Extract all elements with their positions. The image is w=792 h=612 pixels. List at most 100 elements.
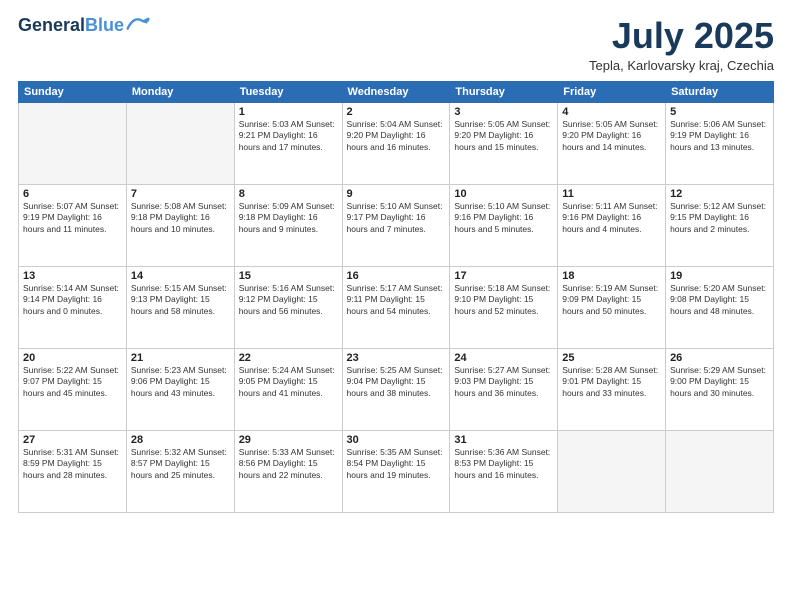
calendar-cell: 11Sunrise: 5:11 AM Sunset: 9:16 PM Dayli… — [558, 184, 666, 266]
day-number: 27 — [23, 434, 122, 446]
day-info: Sunrise: 5:08 AM Sunset: 9:18 PM Dayligh… — [131, 201, 230, 235]
day-number: 19 — [670, 270, 769, 282]
page: GeneralBlue July 2025 Tepla, Karlovarsky… — [0, 0, 792, 612]
day-number: 4 — [562, 106, 661, 118]
header: GeneralBlue July 2025 Tepla, Karlovarsky… — [18, 16, 774, 73]
day-info: Sunrise: 5:10 AM Sunset: 9:16 PM Dayligh… — [454, 201, 553, 235]
subtitle: Tepla, Karlovarsky kraj, Czechia — [589, 58, 774, 73]
day-number: 18 — [562, 270, 661, 282]
day-info: Sunrise: 5:16 AM Sunset: 9:12 PM Dayligh… — [239, 283, 338, 317]
col-saturday: Saturday — [666, 81, 774, 102]
calendar-cell: 5Sunrise: 5:06 AM Sunset: 9:19 PM Daylig… — [666, 102, 774, 184]
day-number: 13 — [23, 270, 122, 282]
calendar-cell: 16Sunrise: 5:17 AM Sunset: 9:11 PM Dayli… — [342, 266, 450, 348]
calendar-cell: 14Sunrise: 5:15 AM Sunset: 9:13 PM Dayli… — [126, 266, 234, 348]
calendar-cell: 25Sunrise: 5:28 AM Sunset: 9:01 PM Dayli… — [558, 348, 666, 430]
day-number: 17 — [454, 270, 553, 282]
day-info: Sunrise: 5:28 AM Sunset: 9:01 PM Dayligh… — [562, 365, 661, 399]
calendar-cell: 8Sunrise: 5:09 AM Sunset: 9:18 PM Daylig… — [234, 184, 342, 266]
day-number: 23 — [347, 352, 446, 364]
day-info: Sunrise: 5:06 AM Sunset: 9:19 PM Dayligh… — [670, 119, 769, 153]
calendar-cell: 26Sunrise: 5:29 AM Sunset: 9:00 PM Dayli… — [666, 348, 774, 430]
calendar-cell: 23Sunrise: 5:25 AM Sunset: 9:04 PM Dayli… — [342, 348, 450, 430]
calendar-cell: 12Sunrise: 5:12 AM Sunset: 9:15 PM Dayli… — [666, 184, 774, 266]
day-number: 2 — [347, 106, 446, 118]
day-info: Sunrise: 5:35 AM Sunset: 8:54 PM Dayligh… — [347, 447, 446, 481]
calendar-cell: 18Sunrise: 5:19 AM Sunset: 9:09 PM Dayli… — [558, 266, 666, 348]
col-friday: Friday — [558, 81, 666, 102]
day-info: Sunrise: 5:12 AM Sunset: 9:15 PM Dayligh… — [670, 201, 769, 235]
calendar-week-1: 1Sunrise: 5:03 AM Sunset: 9:21 PM Daylig… — [19, 102, 774, 184]
calendar-cell: 21Sunrise: 5:23 AM Sunset: 9:06 PM Dayli… — [126, 348, 234, 430]
day-info: Sunrise: 5:05 AM Sunset: 9:20 PM Dayligh… — [562, 119, 661, 153]
calendar-cell: 22Sunrise: 5:24 AM Sunset: 9:05 PM Dayli… — [234, 348, 342, 430]
day-info: Sunrise: 5:23 AM Sunset: 9:06 PM Dayligh… — [131, 365, 230, 399]
month-title: July 2025 — [589, 16, 774, 56]
day-number: 8 — [239, 188, 338, 200]
calendar-week-5: 27Sunrise: 5:31 AM Sunset: 8:59 PM Dayli… — [19, 430, 774, 512]
day-number: 29 — [239, 434, 338, 446]
calendar-cell: 10Sunrise: 5:10 AM Sunset: 9:16 PM Dayli… — [450, 184, 558, 266]
day-info: Sunrise: 5:15 AM Sunset: 9:13 PM Dayligh… — [131, 283, 230, 317]
day-info: Sunrise: 5:19 AM Sunset: 9:09 PM Dayligh… — [562, 283, 661, 317]
logo-text: GeneralBlue — [18, 16, 124, 36]
day-info: Sunrise: 5:07 AM Sunset: 9:19 PM Dayligh… — [23, 201, 122, 235]
calendar-cell — [558, 430, 666, 512]
day-info: Sunrise: 5:09 AM Sunset: 9:18 PM Dayligh… — [239, 201, 338, 235]
day-number: 15 — [239, 270, 338, 282]
calendar-cell: 7Sunrise: 5:08 AM Sunset: 9:18 PM Daylig… — [126, 184, 234, 266]
day-info: Sunrise: 5:24 AM Sunset: 9:05 PM Dayligh… — [239, 365, 338, 399]
day-info: Sunrise: 5:11 AM Sunset: 9:16 PM Dayligh… — [562, 201, 661, 235]
day-number: 26 — [670, 352, 769, 364]
day-info: Sunrise: 5:29 AM Sunset: 9:00 PM Dayligh… — [670, 365, 769, 399]
calendar-cell: 2Sunrise: 5:04 AM Sunset: 9:20 PM Daylig… — [342, 102, 450, 184]
day-number: 21 — [131, 352, 230, 364]
day-number: 10 — [454, 188, 553, 200]
day-number: 28 — [131, 434, 230, 446]
day-info: Sunrise: 5:25 AM Sunset: 9:04 PM Dayligh… — [347, 365, 446, 399]
calendar-cell: 24Sunrise: 5:27 AM Sunset: 9:03 PM Dayli… — [450, 348, 558, 430]
day-number: 22 — [239, 352, 338, 364]
logo-icon — [126, 13, 150, 33]
calendar-cell: 19Sunrise: 5:20 AM Sunset: 9:08 PM Dayli… — [666, 266, 774, 348]
calendar-cell: 27Sunrise: 5:31 AM Sunset: 8:59 PM Dayli… — [19, 430, 127, 512]
day-number: 9 — [347, 188, 446, 200]
day-info: Sunrise: 5:32 AM Sunset: 8:57 PM Dayligh… — [131, 447, 230, 481]
day-number: 6 — [23, 188, 122, 200]
calendar-cell: 20Sunrise: 5:22 AM Sunset: 9:07 PM Dayli… — [19, 348, 127, 430]
day-info: Sunrise: 5:05 AM Sunset: 9:20 PM Dayligh… — [454, 119, 553, 153]
calendar-cell: 4Sunrise: 5:05 AM Sunset: 9:20 PM Daylig… — [558, 102, 666, 184]
calendar-week-2: 6Sunrise: 5:07 AM Sunset: 9:19 PM Daylig… — [19, 184, 774, 266]
day-info: Sunrise: 5:03 AM Sunset: 9:21 PM Dayligh… — [239, 119, 338, 153]
day-number: 3 — [454, 106, 553, 118]
day-info: Sunrise: 5:33 AM Sunset: 8:56 PM Dayligh… — [239, 447, 338, 481]
calendar-week-3: 13Sunrise: 5:14 AM Sunset: 9:14 PM Dayli… — [19, 266, 774, 348]
calendar-cell: 29Sunrise: 5:33 AM Sunset: 8:56 PM Dayli… — [234, 430, 342, 512]
day-info: Sunrise: 5:36 AM Sunset: 8:53 PM Dayligh… — [454, 447, 553, 481]
day-info: Sunrise: 5:04 AM Sunset: 9:20 PM Dayligh… — [347, 119, 446, 153]
calendar-cell: 28Sunrise: 5:32 AM Sunset: 8:57 PM Dayli… — [126, 430, 234, 512]
day-info: Sunrise: 5:27 AM Sunset: 9:03 PM Dayligh… — [454, 365, 553, 399]
day-info: Sunrise: 5:17 AM Sunset: 9:11 PM Dayligh… — [347, 283, 446, 317]
day-info: Sunrise: 5:18 AM Sunset: 9:10 PM Dayligh… — [454, 283, 553, 317]
title-block: July 2025 Tepla, Karlovarsky kraj, Czech… — [589, 16, 774, 73]
day-number: 7 — [131, 188, 230, 200]
day-number: 14 — [131, 270, 230, 282]
col-tuesday: Tuesday — [234, 81, 342, 102]
day-info: Sunrise: 5:31 AM Sunset: 8:59 PM Dayligh… — [23, 447, 122, 481]
day-number: 11 — [562, 188, 661, 200]
calendar-table: Sunday Monday Tuesday Wednesday Thursday… — [18, 81, 774, 513]
col-monday: Monday — [126, 81, 234, 102]
col-sunday: Sunday — [19, 81, 127, 102]
calendar-cell — [19, 102, 127, 184]
day-info: Sunrise: 5:14 AM Sunset: 9:14 PM Dayligh… — [23, 283, 122, 317]
day-number: 16 — [347, 270, 446, 282]
day-info: Sunrise: 5:22 AM Sunset: 9:07 PM Dayligh… — [23, 365, 122, 399]
col-wednesday: Wednesday — [342, 81, 450, 102]
calendar-cell: 30Sunrise: 5:35 AM Sunset: 8:54 PM Dayli… — [342, 430, 450, 512]
day-number: 5 — [670, 106, 769, 118]
header-row: Sunday Monday Tuesday Wednesday Thursday… — [19, 81, 774, 102]
calendar-week-4: 20Sunrise: 5:22 AM Sunset: 9:07 PM Dayli… — [19, 348, 774, 430]
calendar-cell: 13Sunrise: 5:14 AM Sunset: 9:14 PM Dayli… — [19, 266, 127, 348]
calendar-cell: 6Sunrise: 5:07 AM Sunset: 9:19 PM Daylig… — [19, 184, 127, 266]
